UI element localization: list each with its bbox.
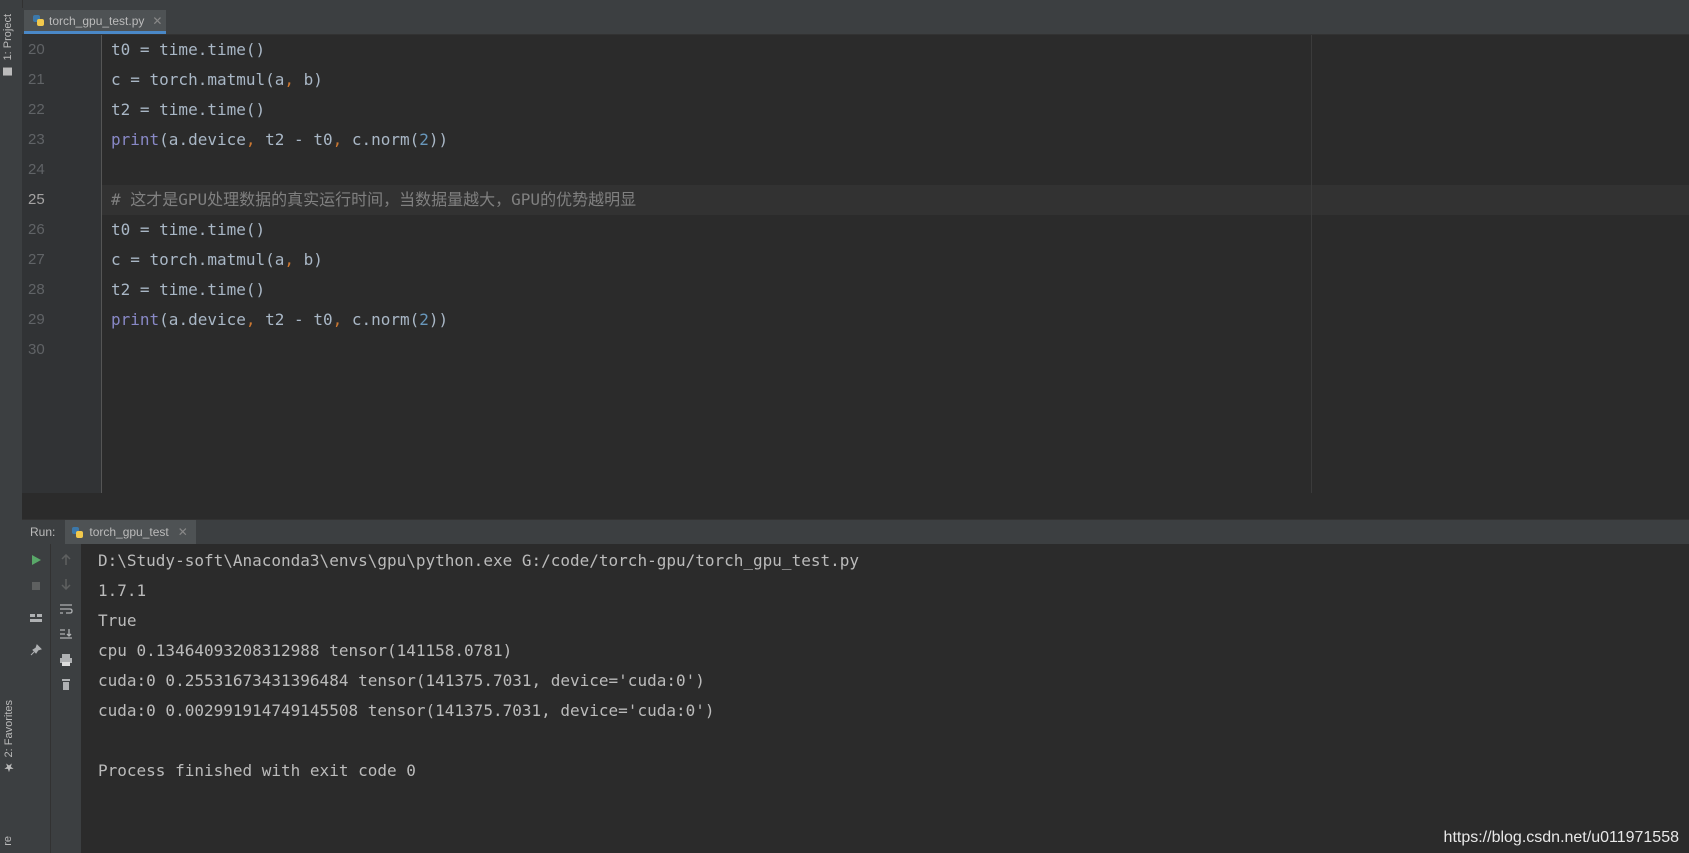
splitter[interactable] — [22, 493, 1689, 519]
watermark-url: https://blog.csdn.net/u011971558 — [1443, 829, 1679, 846]
close-icon[interactable]: ✕ — [178, 525, 188, 539]
line-number-gutter: 20 21 22 23 24 25 26 27 28 29 30 — [22, 35, 102, 493]
code-line: print(a.device, t2 - t0, c.norm(2)) — [111, 130, 449, 149]
code-line: t0 = time.time() — [111, 220, 266, 239]
line-number: 27 — [28, 251, 45, 268]
line-number: 23 — [28, 131, 45, 148]
line-number: 26 — [28, 221, 45, 238]
rerun-icon[interactable] — [26, 550, 46, 570]
line-number: 28 — [28, 281, 45, 298]
menu-strip — [0, 0, 1689, 8]
line-number-current: 25 — [28, 191, 45, 208]
print-icon[interactable] — [56, 650, 76, 670]
console-line: cuda:0 0.25531673431396484 tensor(141375… — [98, 671, 705, 690]
console-line: Process finished with exit code 0 — [98, 761, 416, 780]
run-config-tab[interactable]: torch_gpu_test ✕ — [65, 520, 196, 544]
scroll-to-end-icon[interactable] — [56, 624, 76, 644]
code-comment-line: # 这才是GPU处理数据的真实运行时间，当数据量越大，GPU的优势越明显 — [111, 190, 637, 209]
code-editor[interactable]: t0 = time.time() c = torch.matmul(a, b) … — [102, 35, 1689, 493]
run-tool-header: Run: torch_gpu_test ✕ — [22, 519, 1689, 545]
code-line: print(a.device, t2 - t0, c.norm(2)) — [111, 310, 449, 329]
python-file-icon — [33, 15, 44, 26]
console-line: 1.7.1 — [98, 581, 147, 600]
left-tool-strip: 1: Project ★ 2: Favorites re — [0, 0, 23, 853]
favorites-tool-button[interactable]: ★ 2: Favorites — [2, 700, 16, 775]
line-number: 29 — [28, 311, 45, 328]
editor-tab[interactable]: torch_gpu_test.py ✕ — [24, 10, 166, 34]
trash-icon[interactable] — [56, 674, 76, 694]
console-line: cuda:0 0.002991914749145508 tensor(14137… — [98, 701, 715, 720]
pin-icon[interactable] — [26, 640, 46, 660]
console-output[interactable]: D:\Study-soft\Anaconda3\envs\gpu\python.… — [81, 544, 1689, 853]
structure-label: re — [2, 836, 14, 846]
line-number: 22 — [28, 101, 45, 118]
line-number: 30 — [28, 341, 45, 358]
folder-icon — [3, 67, 13, 76]
project-tool-button[interactable]: 1: Project — [2, 14, 14, 76]
line-number: 21 — [28, 71, 45, 88]
line-number: 20 — [28, 41, 45, 58]
favorites-label: 2: Favorites — [3, 700, 15, 758]
console-line: D:\Study-soft\Anaconda3\envs\gpu\python.… — [98, 551, 859, 570]
line-number: 24 — [28, 161, 45, 178]
editor-tab-bar: torch_gpu_test.py ✕ — [22, 8, 1689, 35]
soft-wrap-icon[interactable] — [56, 599, 76, 619]
down-arrow-icon[interactable] — [56, 574, 76, 594]
up-arrow-icon[interactable] — [56, 550, 76, 570]
run-label: Run: — [30, 525, 56, 539]
code-line: c = torch.matmul(a, b) — [111, 70, 323, 89]
layout-icon[interactable] — [26, 608, 46, 628]
console-line: cpu 0.13464093208312988 tensor(141158.07… — [98, 641, 513, 660]
close-icon[interactable]: ✕ — [152, 14, 162, 28]
stop-icon[interactable] — [26, 576, 46, 596]
code-line: t2 = time.time() — [111, 100, 266, 119]
right-margin-guide — [1311, 35, 1312, 493]
code-line: t0 = time.time() — [111, 40, 266, 59]
code-line: t2 = time.time() — [111, 280, 266, 299]
python-icon — [72, 526, 84, 538]
console-line: True — [98, 611, 137, 630]
code-line: c = torch.matmul(a, b) — [111, 250, 323, 269]
structure-tool-button[interactable]: re — [2, 836, 14, 846]
project-label: 1: Project — [2, 14, 14, 61]
run-toolbar-primary — [22, 544, 51, 853]
run-tab-label: torch_gpu_test — [89, 525, 169, 539]
star-icon: ★ — [2, 760, 16, 775]
editor-tab-label: torch_gpu_test.py — [49, 13, 145, 28]
run-toolbar-secondary — [51, 544, 82, 853]
